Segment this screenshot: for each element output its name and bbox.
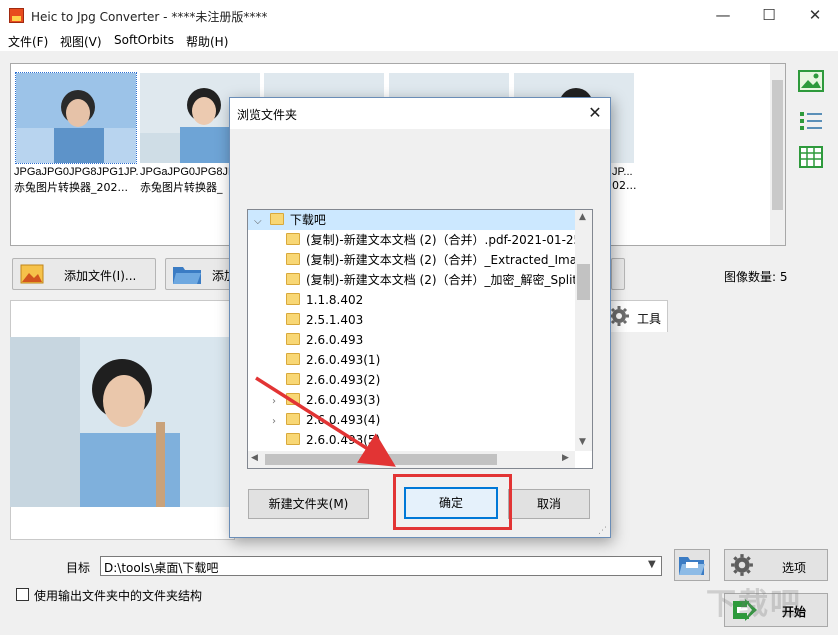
menu-softorbits[interactable]: SoftOrbits — [114, 33, 174, 47]
ok-button-highlight — [393, 474, 512, 530]
tree-folder-item[interactable]: (复制)-新建文本文档 (2)（合并）_Extracted_Imag — [248, 250, 592, 270]
scroll-down-icon[interactable]: ▼ — [579, 437, 586, 447]
table-view-icon[interactable] — [798, 144, 824, 170]
tree-vertical-scrollbar[interactable] — [575, 210, 592, 451]
folder-icon — [269, 213, 284, 225]
add-files-label: 添加文件(I)... — [64, 269, 137, 283]
tree-folder-label: 1.1.8.402 — [306, 293, 364, 307]
scrollbar-thumb[interactable] — [772, 80, 783, 210]
tree-folder-label: 2.6.0.493 — [306, 333, 364, 347]
resize-grip-icon[interactable]: ⋰ — [598, 526, 607, 536]
dialog-close-button[interactable]: ✕ — [582, 100, 608, 126]
folder-icon — [172, 263, 202, 288]
tree-folder-item[interactable]: 2.6.0.493 — [248, 330, 592, 350]
cancel-button[interactable]: 取消 — [508, 489, 590, 519]
chevron-down-icon[interactable]: ▼ — [648, 559, 656, 570]
target-label: 目标 — [66, 561, 91, 575]
tree-folder-label: 2.5.1.403 — [306, 313, 364, 327]
folder-structure-checkbox[interactable] — [16, 588, 29, 601]
scroll-up-icon[interactable]: ▲ — [579, 212, 586, 222]
annotation-arrow — [255, 376, 396, 467]
gear-icon — [608, 305, 630, 330]
tree-folder-label: (复制)-新建文本文档 (2)（合并）.pdf-2021-01-25 — [306, 233, 582, 247]
thumbnail-caption: JP... — [612, 166, 633, 178]
tree-folder-item[interactable]: 1.1.8.402 — [248, 290, 592, 310]
chevron-down-icon[interactable]: ⌵ — [254, 212, 266, 232]
tree-folder-item[interactable]: (复制)-新建文本文档 (2)（合并）_加密_解密_Splite — [248, 270, 592, 290]
list-view-icon[interactable] — [798, 108, 824, 134]
app-logo-icon — [9, 8, 24, 23]
folder-icon — [286, 353, 300, 365]
folder-icon — [286, 273, 300, 285]
tree-folder-label: (复制)-新建文本文档 (2)（合并）_加密_解密_Splite — [306, 273, 585, 287]
thumbnail-caption: JPGaJPG0JPG8JPG1JP... — [14, 166, 138, 178]
tree-folder-label: 2.6.0.493(1) — [306, 353, 381, 367]
folder-icon — [286, 333, 300, 345]
tools-tab-label: 工具 — [637, 312, 662, 326]
tree-root-label: 下载吧 — [289, 213, 326, 227]
folder-icon — [286, 293, 300, 305]
minimize-button[interactable]: — — [700, 0, 746, 31]
target-path-value: D:\tools\桌面\下载吧 — [104, 561, 219, 575]
menu-view[interactable]: 视图(V) — [60, 33, 102, 50]
folder-icon — [286, 233, 300, 245]
dialog-title: 浏览文件夹 — [237, 108, 298, 122]
close-button[interactable]: ✕ — [792, 0, 838, 31]
tree-root-item[interactable]: ⌵ 下载吧 — [248, 210, 592, 230]
maximize-button[interactable]: ☐ — [746, 0, 792, 31]
menu-help[interactable]: 帮助(H) — [186, 33, 228, 50]
tree-folder-label: (复制)-新建文本文档 (2)（合并）_Extracted_Imag — [306, 253, 585, 267]
toolbar-button-partial[interactable] — [611, 258, 625, 290]
tree-vertical-thumb[interactable] — [577, 264, 590, 300]
tree-folder-item[interactable]: 2.6.0.493(1) — [248, 350, 592, 370]
thumbnail-caption: 02... — [612, 179, 637, 192]
options-label: 选项 — [782, 561, 807, 575]
image-icon — [20, 264, 44, 287]
tree-folder-item[interactable]: 2.5.1.403 — [248, 310, 592, 330]
window-title: Heic to Jpg Converter - ****未注册版**** — [31, 10, 268, 24]
folder-icon — [286, 253, 300, 265]
preview-image — [10, 337, 235, 510]
thumbnail-caption: 赤兔图片转换器_202... — [14, 181, 128, 194]
new-folder-button[interactable]: 新建文件夹(M) — [248, 489, 369, 519]
open-folder-icon — [678, 553, 706, 580]
menu-file[interactable]: 文件(F) — [8, 33, 48, 50]
gear-icon — [730, 553, 754, 580]
thumbnail-image[interactable] — [15, 72, 137, 164]
folder-icon — [286, 313, 300, 325]
thumbnail-view-icon[interactable] — [798, 68, 824, 94]
image-count: 图像数量: 5 — [724, 270, 788, 284]
watermark-logo: 下载吧 — [706, 587, 802, 622]
folder-structure-label: 使用输出文件夹中的文件夹结构 — [34, 589, 203, 603]
scroll-right-icon[interactable]: ▶ — [562, 453, 569, 463]
tree-folder-item[interactable]: (复制)-新建文本文档 (2)（合并）.pdf-2021-01-25 — [248, 230, 592, 250]
